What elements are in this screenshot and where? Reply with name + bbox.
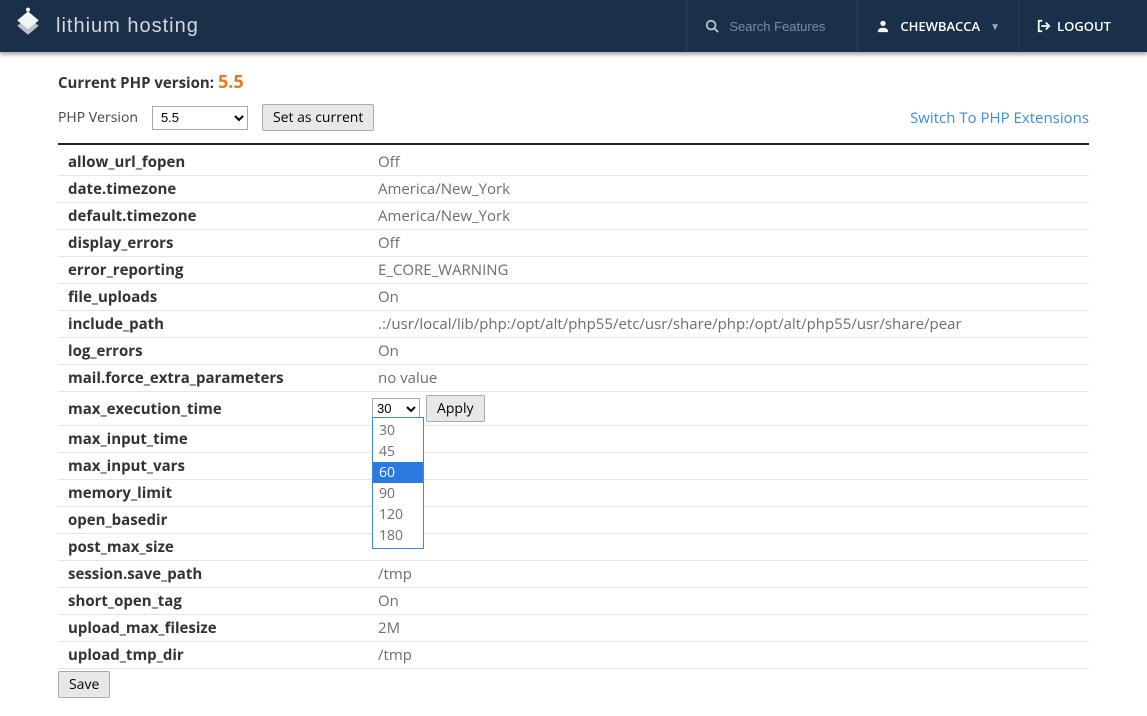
setting-value: .:/usr/local/lib/php:/opt/alt/php55/etc/… bbox=[368, 311, 1089, 338]
current-version: Current PHP version: 5.5 bbox=[58, 70, 1089, 94]
version-controls: PHP Version 5.5 Set as current bbox=[58, 104, 374, 131]
current-version-value: 5.5 bbox=[218, 70, 244, 94]
caret-down-icon: ▼ bbox=[990, 19, 1000, 33]
dropdown-option[interactable]: 180 bbox=[373, 525, 423, 546]
setting-name: include_path bbox=[58, 311, 368, 338]
table-row: file_uploadsOn bbox=[58, 284, 1089, 311]
dropdown-option[interactable]: 90 bbox=[373, 483, 423, 504]
content: Current PHP version: 5.5 PHP Version 5.5… bbox=[0, 52, 1147, 716]
table-row: upload_tmp_dir/tmp bbox=[58, 642, 1089, 669]
setting-value: Off bbox=[368, 230, 1089, 257]
setting-value: Off bbox=[368, 149, 1089, 176]
current-version-label: Current PHP version: bbox=[58, 73, 214, 93]
table-row: short_open_tagOn bbox=[58, 588, 1089, 615]
setting-name: upload_max_filesize bbox=[58, 615, 368, 642]
php-version-label: PHP Version bbox=[58, 108, 138, 127]
dropdown-option[interactable]: 60 bbox=[373, 462, 423, 483]
setting-name: file_uploads bbox=[58, 284, 368, 311]
table-row: allow_url_fopenOff bbox=[58, 149, 1089, 176]
dropdown-option[interactable]: 45 bbox=[373, 441, 423, 462]
logout-button[interactable]: LOGOUT bbox=[1018, 0, 1129, 52]
table-row: error_reportingE_CORE_WARNING bbox=[58, 257, 1089, 284]
table-row: display_errorsOff bbox=[58, 230, 1089, 257]
setting-value bbox=[368, 534, 1089, 561]
header-right: CHEWBACCA ▼ LOGOUT bbox=[686, 0, 1129, 52]
setting-name: error_reporting bbox=[58, 257, 368, 284]
table-row: log_errorsOn bbox=[58, 338, 1089, 365]
setting-value bbox=[368, 453, 1089, 480]
table-row: max_input_time bbox=[58, 426, 1089, 453]
setting-value: no value bbox=[368, 365, 1089, 392]
setting-name: allow_url_fopen bbox=[58, 149, 368, 176]
setting-name: log_errors bbox=[58, 338, 368, 365]
setting-value: 30Apply30456090120180 bbox=[368, 392, 1089, 426]
search-input[interactable] bbox=[729, 19, 839, 34]
setting-value: 2M bbox=[368, 615, 1089, 642]
setting-name: short_open_tag bbox=[58, 588, 368, 615]
save-button[interactable]: Save bbox=[58, 671, 110, 698]
setting-name: post_max_size bbox=[58, 534, 368, 561]
setting-value[interactable]: America/New_York bbox=[368, 176, 1089, 203]
setting-name: mail.force_extra_parameters bbox=[58, 365, 368, 392]
setting-name: max_input_time bbox=[58, 426, 368, 453]
set-as-current-button[interactable]: Set as current bbox=[262, 104, 374, 131]
setting-value: /tmp bbox=[368, 642, 1089, 669]
setting-name: upload_tmp_dir bbox=[58, 642, 368, 669]
switch-extensions-link[interactable]: Switch To PHP Extensions bbox=[910, 108, 1089, 128]
setting-value: On bbox=[368, 338, 1089, 365]
brand[interactable]: lithium hosting bbox=[10, 6, 199, 47]
setting-name: open_basedir bbox=[58, 507, 368, 534]
table-row: date.timezoneAmerica/New_York bbox=[58, 176, 1089, 203]
dropdown-option[interactable]: 120 bbox=[373, 504, 423, 525]
setting-name: display_errors bbox=[58, 230, 368, 257]
table-row: max_execution_time30Apply30456090120180 bbox=[58, 392, 1089, 426]
username: CHEWBACCA bbox=[900, 17, 980, 35]
table-row: session.save_path/tmp bbox=[58, 561, 1089, 588]
table-row: default.timezoneAmerica/New_York bbox=[58, 203, 1089, 230]
setting-name: default.timezone bbox=[58, 203, 368, 230]
setting-value: E_CORE_WARNING bbox=[368, 257, 1089, 284]
setting-name: memory_limit bbox=[58, 480, 368, 507]
dropdown-list[interactable]: 30456090120180 bbox=[372, 417, 424, 549]
setting-value bbox=[368, 426, 1089, 453]
setting-name: session.save_path bbox=[58, 561, 368, 588]
setting-name: max_execution_time bbox=[58, 392, 368, 426]
table-row: open_basedir bbox=[58, 507, 1089, 534]
search-box[interactable] bbox=[686, 0, 857, 52]
setting-value bbox=[368, 507, 1089, 534]
apply-button[interactable]: Apply bbox=[426, 395, 485, 422]
table-row: include_path.:/usr/local/lib/php:/opt/al… bbox=[58, 311, 1089, 338]
dropdown-option[interactable]: 30 bbox=[373, 420, 423, 441]
search-icon bbox=[705, 19, 719, 33]
table-row: memory_limit bbox=[58, 480, 1089, 507]
table-row: mail.force_extra_parametersno value bbox=[58, 365, 1089, 392]
logout-icon bbox=[1037, 19, 1051, 33]
user-menu[interactable]: CHEWBACCA ▼ bbox=[857, 0, 1018, 52]
php-version-select[interactable]: 5.5 bbox=[152, 106, 248, 130]
user-icon bbox=[876, 19, 890, 33]
table-row: max_input_vars bbox=[58, 453, 1089, 480]
logo-icon bbox=[10, 6, 46, 47]
brand-text: lithium hosting bbox=[56, 15, 199, 38]
setting-value: On bbox=[368, 284, 1089, 311]
setting-value: On bbox=[368, 588, 1089, 615]
setting-value: /tmp bbox=[368, 561, 1089, 588]
logout-label: LOGOUT bbox=[1057, 17, 1111, 35]
divider bbox=[58, 143, 1089, 145]
setting-name: date.timezone bbox=[58, 176, 368, 203]
table-row: post_max_size bbox=[58, 534, 1089, 561]
php-settings-table: allow_url_fopenOffdate.timezoneAmerica/N… bbox=[58, 149, 1089, 669]
setting-value bbox=[368, 480, 1089, 507]
table-row: upload_max_filesize2M bbox=[58, 615, 1089, 642]
setting-value: America/New_York bbox=[368, 203, 1089, 230]
setting-name: max_input_vars bbox=[58, 453, 368, 480]
header: lithium hosting CHEWBACCA ▼ LOGOUT bbox=[0, 0, 1147, 52]
version-row: PHP Version 5.5 Set as current Switch To… bbox=[58, 104, 1089, 131]
